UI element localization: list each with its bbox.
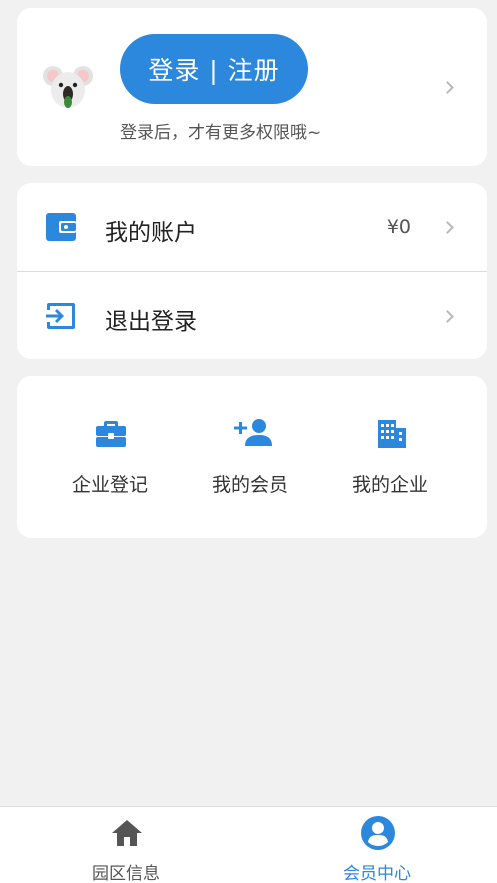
grid-item-my-members[interactable]: 我的会员	[195, 412, 305, 502]
chevron-right-icon	[441, 221, 454, 234]
chevron-right-icon[interactable]	[441, 81, 454, 94]
grid-item-label: 我的会员	[211, 474, 288, 496]
add-person-icon	[234, 416, 272, 450]
logout-icon	[45, 300, 77, 332]
bottom-tab-bar: 园区信息 会员中心	[0, 806, 497, 883]
tab-label: 会员中心	[343, 864, 411, 883]
chevron-right-icon	[441, 310, 454, 323]
grid-item-enterprise-registration[interactable]: 企业登记	[55, 412, 165, 502]
login-register-button[interactable]: 登录 | 注册	[120, 34, 308, 104]
profile-card: 登录 | 注册 登录后，才有更多权限哦~	[17, 8, 487, 166]
tab-label: 园区信息	[92, 864, 160, 883]
account-circle-icon	[360, 815, 396, 851]
grid-item-label: 企业登记	[71, 474, 148, 496]
briefcase-icon	[94, 416, 128, 450]
menu-item-label: 我的账户	[105, 220, 197, 246]
wallet-icon	[45, 211, 77, 243]
login-hint-text: 登录后，才有更多权限哦~	[120, 123, 322, 143]
menu-card: 我的账户 ¥0 退出登录	[17, 183, 487, 359]
menu-item-my-account[interactable]: 我的账户 ¥0	[17, 183, 487, 271]
grid-item-my-enterprise[interactable]: 我的企业	[335, 412, 445, 502]
menu-item-label: 退出登录	[105, 309, 197, 335]
tab-member-center[interactable]: 会员中心	[297, 807, 457, 883]
shortcut-grid-card: 企业登记 我的会员 我的企业	[17, 376, 487, 538]
tab-park-info[interactable]: 园区信息	[46, 807, 206, 883]
koala-avatar-icon[interactable]	[41, 60, 95, 114]
building-icon	[374, 416, 408, 450]
grid-item-label: 我的企业	[351, 474, 428, 496]
home-icon	[109, 815, 145, 851]
account-balance: ¥0	[386, 216, 411, 238]
menu-item-logout[interactable]: 退出登录	[17, 272, 487, 360]
